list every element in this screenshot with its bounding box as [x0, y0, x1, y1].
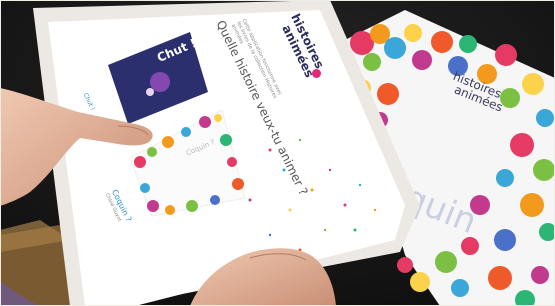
- pointing-hand: [0, 88, 153, 206]
- photo-scene: histoires animées Coquin ?: [0, 0, 555, 306]
- holding-hand: [190, 248, 336, 306]
- hands: [0, 88, 336, 306]
